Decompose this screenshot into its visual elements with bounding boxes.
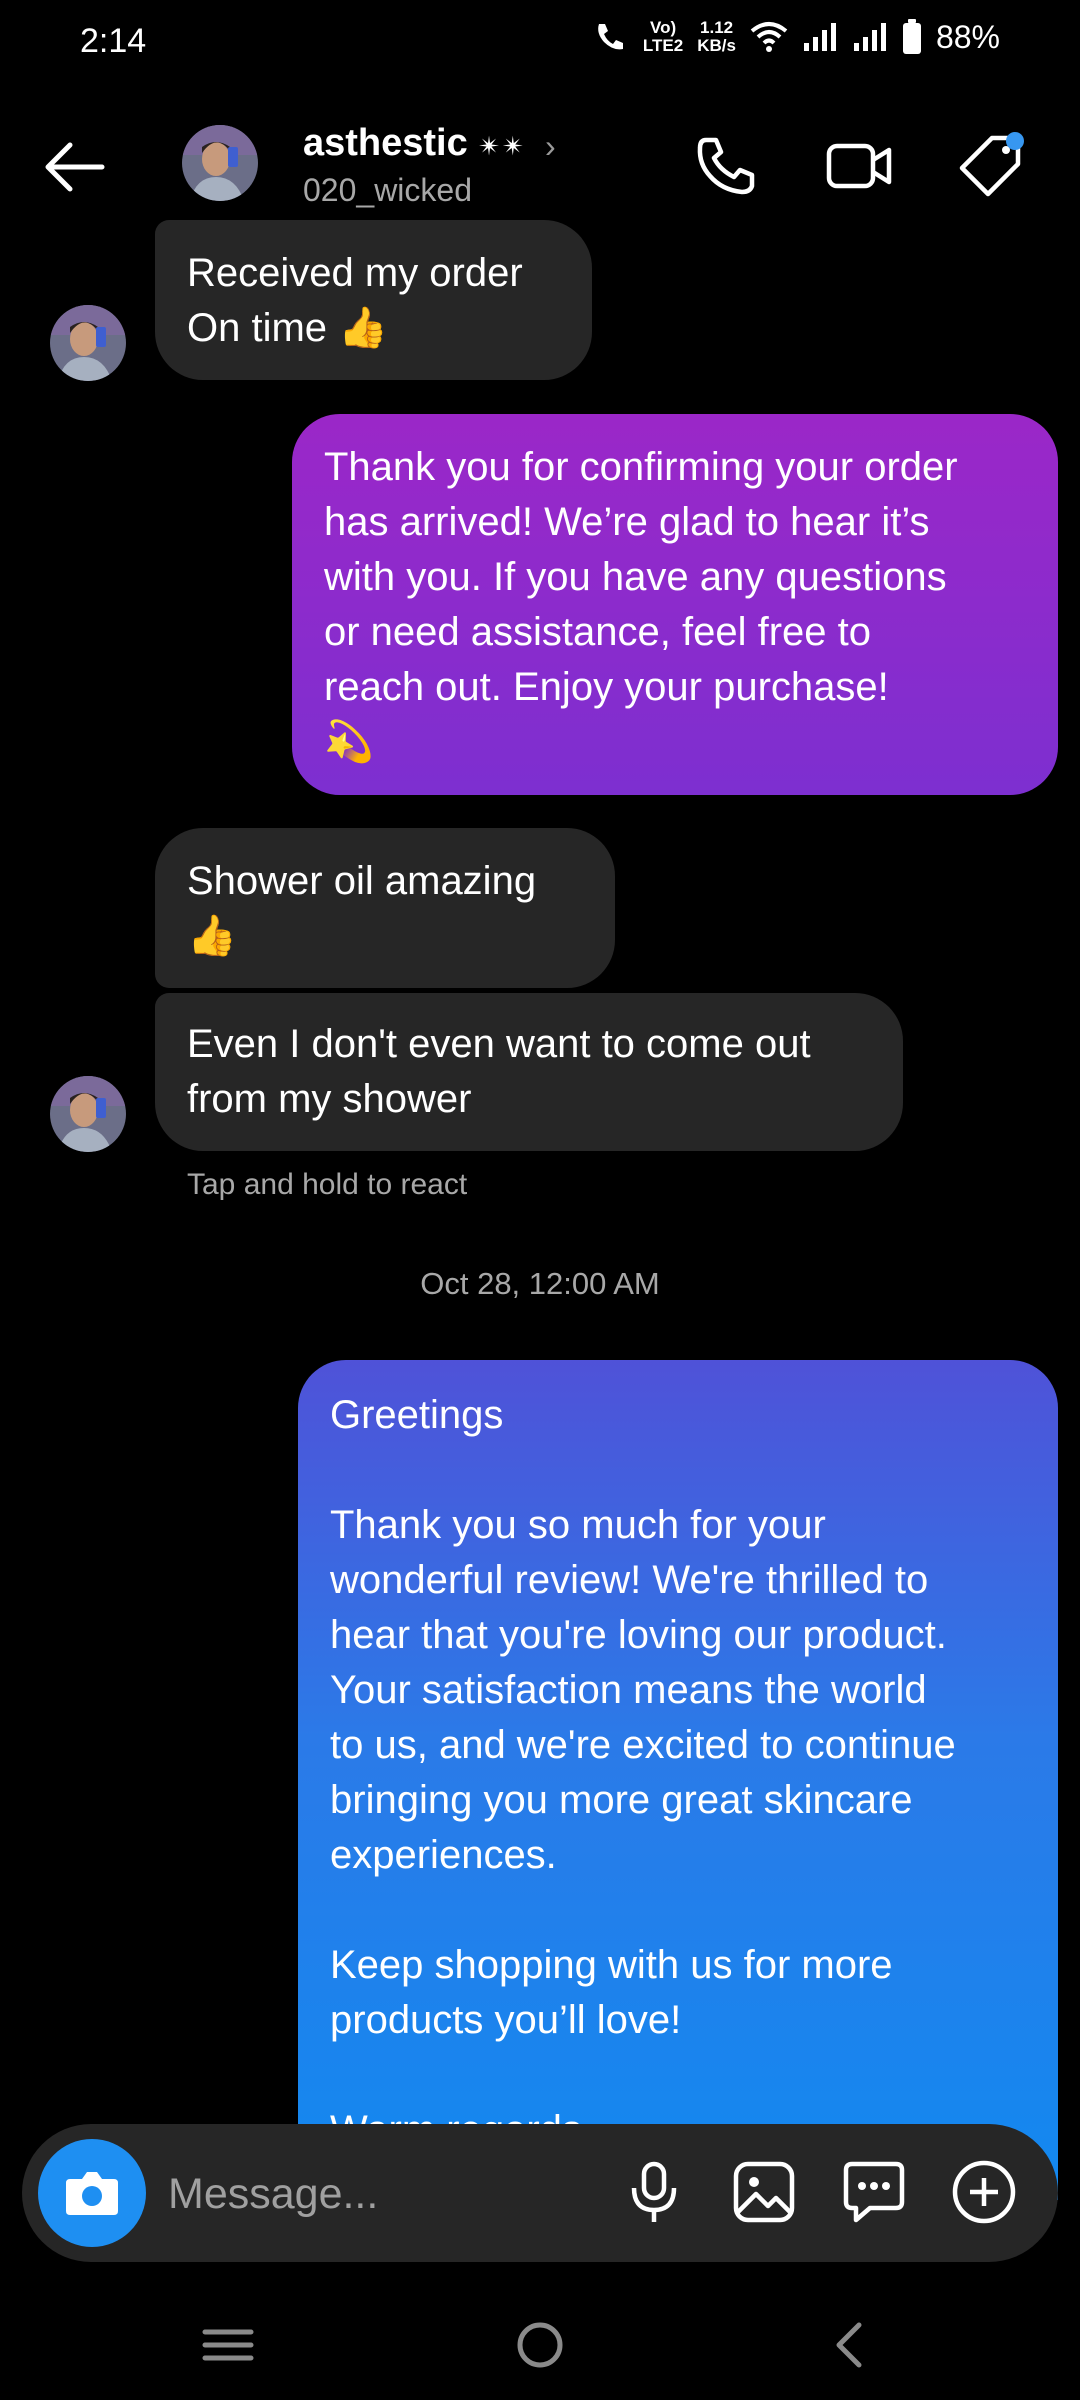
avatar-image <box>182 125 258 201</box>
signal-icon-2 <box>853 23 886 51</box>
message-line: bringing you more great skincare <box>330 1778 913 1822</box>
system-nav-bar <box>0 2290 1080 2400</box>
volte-label: Vo) <box>650 18 677 37</box>
contact-name-text: asthestic ⁣⁣⁣ <box>303 122 479 164</box>
microphone-icon[interactable] <box>618 2156 690 2228</box>
message-line: Thank you so much for your <box>330 1503 826 1547</box>
message-input[interactable] <box>166 2160 610 2228</box>
message-bubble-received[interactable]: Even I don't even want to come out from … <box>155 993 903 1151</box>
signal-icon-1 <box>803 23 836 51</box>
contact-name[interactable]: asthestic ⁣⁣⁣✴✴ <box>303 122 526 165</box>
speed-unit: KB/s <box>697 36 736 55</box>
message-line: Received my order <box>187 251 523 295</box>
message-composer <box>22 2124 1058 2262</box>
status-bar: 2:14 Vo) LTE2 1.12 KB/s 88% <box>0 0 1080 90</box>
battery-percent: 88% <box>935 18 1000 55</box>
avatar-image <box>50 1076 126 1152</box>
call-signal-icon <box>598 24 623 50</box>
message-line: Greetings <box>330 1393 504 1437</box>
message-line: wonderful review! We're thrilled to <box>330 1558 929 1602</box>
speed-value: 1.12 <box>700 18 734 37</box>
message-line: or need assistance, feel free to <box>324 610 871 654</box>
message-line: 👍 <box>187 914 237 958</box>
net-speed: 1.12 KB/s <box>697 19 736 55</box>
message-line: hear that you're loving our product. <box>330 1613 947 1657</box>
message-line: Shower oil amazing <box>187 859 537 903</box>
message-line: 💫 <box>324 720 374 764</box>
avatar-image <box>50 305 126 381</box>
message-timestamp: Oct 28, 12:00 AM <box>420 1266 660 1301</box>
contact-name-glyphs: ✴✴ <box>478 131 526 161</box>
avatar[interactable] <box>182 125 258 201</box>
message-line: Thank you for confirming your order <box>324 445 958 489</box>
avatar[interactable] <box>50 1076 126 1152</box>
camera-icon <box>66 2172 118 2215</box>
message-line: experiences. <box>330 1833 557 1877</box>
lte-label: LTE2 <box>642 36 684 55</box>
message-line: Even I don't even want to come out <box>187 1022 811 1066</box>
message-bubble-sent[interactable]: Greetings Thank you so much for your won… <box>298 1360 1058 2200</box>
message-line: to us, and we're excited to continue <box>330 1723 956 1767</box>
message-line: Your satisfaction means the world <box>330 1668 927 1712</box>
back-arrow-icon[interactable] <box>40 132 110 202</box>
gallery-icon[interactable] <box>728 2156 800 2228</box>
message-bubble-sent[interactable]: Thank you for confirming your order has … <box>292 414 1058 795</box>
avatar[interactable] <box>50 305 126 381</box>
chevron-right-icon[interactable]: › <box>545 128 556 165</box>
chat-header: asthestic ⁣⁣⁣✴✴ › 020_wicked <box>0 110 1080 220</box>
wifi-icon <box>750 22 788 52</box>
message-line: has arrived! We’re glad to hear it’s <box>324 500 930 544</box>
message-line: products you’ll love! <box>330 1998 682 2042</box>
network-type: Vo) LTE2 <box>643 19 683 55</box>
notification-dot <box>1006 132 1024 150</box>
status-icons: Vo) LTE2 1.12 KB/s 88% <box>591 18 1000 56</box>
message-bubble-received[interactable]: Received my order On time 👍 <box>155 220 592 380</box>
message-line: Keep shopping with us for more <box>330 1943 893 1987</box>
react-hint: Tap and hold to react <box>187 1168 468 1201</box>
home-icon[interactable] <box>505 2310 575 2380</box>
sticker-chat-icon[interactable] <box>838 2156 910 2228</box>
message-line: from my shower <box>187 1077 472 1121</box>
video-camera-icon[interactable] <box>823 130 895 202</box>
add-icon[interactable] <box>948 2156 1020 2228</box>
camera-button[interactable] <box>38 2139 146 2247</box>
phone-icon[interactable] <box>690 130 762 202</box>
message-line: On time 👍 <box>187 306 388 350</box>
recent-apps-icon[interactable] <box>193 2310 263 2380</box>
message-bubble-received[interactable]: Shower oil amazing 👍 <box>155 828 615 988</box>
message-line: reach out. Enjoy your purchase! <box>324 665 889 709</box>
status-time: 2:14 <box>80 22 147 60</box>
nav-back-icon[interactable] <box>815 2310 885 2380</box>
contact-username: 020_wicked <box>303 172 472 208</box>
message-line: with you. If you have any questions <box>324 555 947 599</box>
battery-icon <box>902 19 921 54</box>
